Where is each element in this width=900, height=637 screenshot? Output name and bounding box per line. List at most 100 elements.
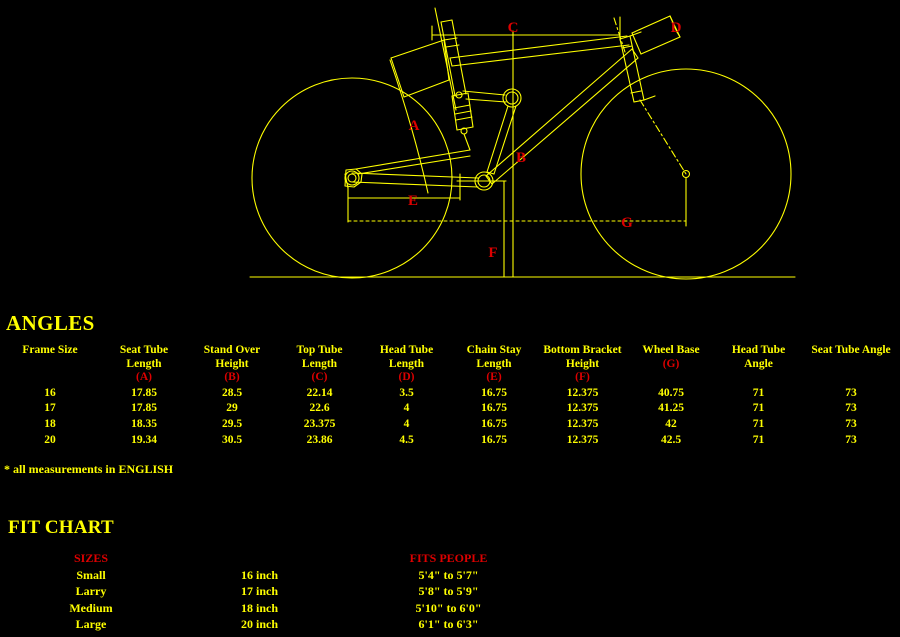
col-header-code: (C) [311,371,328,383]
seat-tube-left [440,21,456,97]
col-header-code: (F) [575,371,590,383]
cell-head-tube-length: 4 [403,402,410,415]
col-header-line: Length [301,357,338,370]
main-pivot-inner [505,91,519,105]
cell-bottom-bracket-height: 12.375 [566,418,599,431]
cell-seat-tube-angle: 73 [845,433,857,446]
col-header-head-tube-angle: Head Tube Angle [715,344,802,386]
cell-frame-size: 16 [44,386,56,399]
col-header-wheel-base: Wheel Base (G) [627,344,715,386]
measurements-footnote: * all measurements in ENGLISH [4,462,174,476]
saddle-front [390,57,405,98]
cell-seat-tube-angle: 73 [845,418,857,431]
col-header-code: (G) [662,357,680,370]
fit-cell-size-inch: 18 inch [240,600,278,615]
col-header-line: Wheel Base [642,344,700,356]
dim-d-ext-a [643,95,656,101]
fit-cell-size-name: Medium [69,600,113,615]
top-tube-lower [451,44,630,67]
stem-bottom [640,36,681,55]
col-header-frame-size: Frame Size [0,344,100,386]
col-header-bottom-bracket-height: Bottom Bracket Height (F) [538,344,627,386]
stem-top [631,15,671,34]
fit-col-header-sizes: SIZES [73,551,109,565]
fit-cell-size-inch: 20 inch [240,617,278,631]
col-header-line: Head Tube [379,344,434,356]
cell-top-tube-length: 22.14 [306,386,333,399]
cell-head-tube-angle: 71 [752,402,765,415]
cell-chain-stay-length: 16.75 [481,402,507,415]
bike-geometry-diagram: A B C D E F G [0,0,900,295]
dim-label-e: E [408,193,418,209]
rear-hub-inner [347,173,357,183]
col-header-line: Head Tube [731,344,786,356]
col-header-line: Length [126,357,162,370]
col-header-code: (E) [486,371,502,383]
cell-seat-tube-angle: 73 [845,386,857,399]
dim-label-b: B [516,150,526,166]
top-tube-upper [449,35,628,59]
fit-cell-rider-height: 5'8" to 5'9" [418,584,479,598]
fit-chart-table: SIZES FITS PEOPLE Small 16 inch 5'4" to … [0,550,560,633]
cell-frame-size: 17 [44,402,56,415]
cell-head-tube-length: 4.5 [399,433,414,446]
cell-head-tube-length: 3.5 [399,386,414,399]
col-header-code: (D) [398,371,415,383]
chain-stay-upper [351,172,479,179]
fit-cell-rider-height: 5'4" to 5'7" [418,567,479,582]
fit-cell-size-name: Large [75,617,107,631]
col-header-seat-tube-length: Seat Tube Length (A) [100,344,188,386]
table-row: Large 20 inch 6'1" to 6'3" [0,616,560,633]
cell-top-tube-length: 23.86 [306,433,333,446]
col-header-line: Height [215,357,249,370]
cell-wheel-base: 41.25 [658,402,684,415]
cell-seat-tube-length: 19.34 [131,433,157,446]
cell-chain-stay-length: 16.75 [481,386,507,399]
cell-bottom-bracket-height: 12.375 [566,402,599,415]
col-header-line: Seat Tube [119,344,169,356]
cell-chain-stay-length: 16.75 [481,418,507,431]
saddle-bottom [403,79,450,98]
col-header-line: Bottom Bracket [543,344,622,356]
fit-cell-rider-height: 6'1" to 6'3" [418,617,479,631]
cell-wheel-base: 42 [665,418,677,431]
col-header-line: Height [565,357,600,370]
fit-chart-header-row: SIZES FITS PEOPLE [0,550,560,567]
cell-seat-tube-length: 18.35 [131,418,157,431]
cell-seat-tube-length: 17.85 [131,402,157,415]
angles-section-title: ANGLES [6,311,95,335]
col-header-chain-stay-length: Chain Stay Length (E) [450,344,538,386]
table-row: Medium 18 inch 5'10" to 6'0" [0,600,560,617]
rear-seat-stay-top [355,149,471,170]
chain-stay-lower [351,181,479,188]
cell-seat-tube-angle: 73 [845,402,857,415]
cell-wheel-base: 42.5 [660,433,682,446]
shock-body-right [467,92,474,128]
seat-stay-upper [462,90,506,96]
col-header-line: Chain Stay [466,344,522,356]
col-header-line: Stand Over [203,344,261,356]
cell-head-tube-angle: 71 [752,433,765,446]
seat-stay-lower [465,98,507,103]
table-row: 20 19.34 30.5 23.86 4.5 16.75 12.375 42.… [0,433,900,449]
cell-frame-size: 20 [44,433,56,446]
cell-frame-size: 18 [44,418,56,431]
fit-cell-size-inch: 17 inch [240,584,278,598]
cell-stand-over-height: 28.5 [221,386,243,399]
fit-cell-size-name: Larry [75,584,107,598]
fork-leg [639,99,687,175]
table-row: Larry 17 inch 5'8" to 5'9" [0,583,560,600]
col-header-seat-tube-angle: Seat Tube Angle [802,344,900,386]
saddle-top [390,39,445,59]
fit-cell-rider-height: 5'10" to 6'0" [415,600,482,615]
cell-seat-tube-length: 17.85 [131,386,157,399]
fit-cell-size-inch: 16 inch [240,567,278,582]
col-header-code: (B) [224,371,240,383]
col-header-line: Top Tube [296,344,343,356]
table-row: 18 18.35 29.5 23.375 4 16.75 12.375 42 7… [0,417,900,433]
table-row: 17 17.85 29 22.6 4 16.75 12.375 41.25 71… [0,401,900,417]
cell-bottom-bracket-height: 12.375 [566,386,599,399]
col-header-line: Seat Tube Angle [811,344,891,356]
col-header-code: (A) [136,371,152,383]
fit-chart-section-title: FIT CHART [8,517,114,538]
